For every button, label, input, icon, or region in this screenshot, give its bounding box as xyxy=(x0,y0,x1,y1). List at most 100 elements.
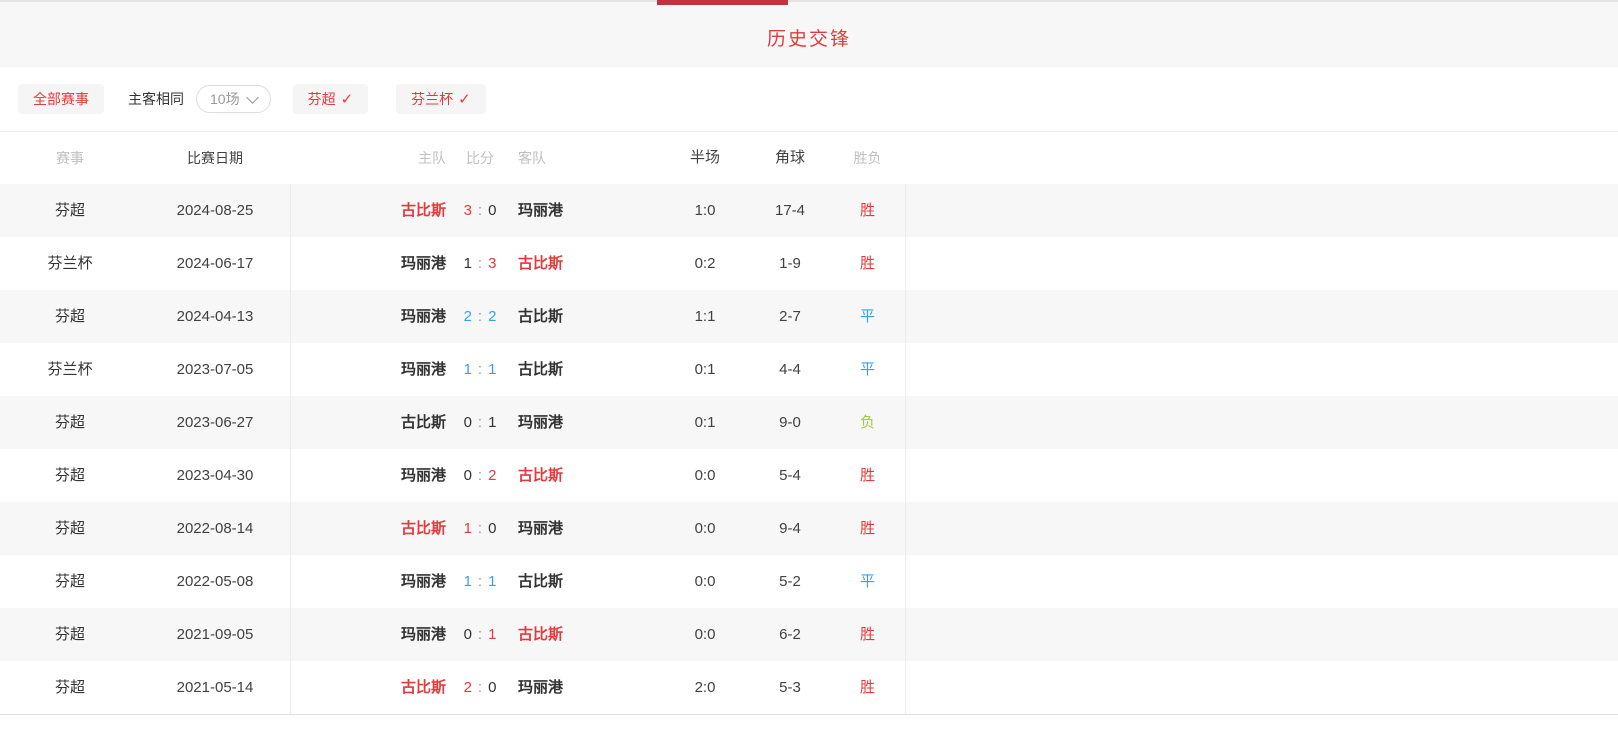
home-score: 0 xyxy=(464,467,472,484)
result-cell: 平 xyxy=(830,555,905,608)
result-cell: 胜 xyxy=(830,661,905,714)
section-header: 历史交锋 xyxy=(0,0,1618,67)
home-team: 玛丽港 xyxy=(401,361,446,378)
table-body: 芬超 2024-08-25 古比斯 3:0 玛丽港 1:0 17-4 胜 芬兰杯… xyxy=(0,184,1618,715)
league-cell: 芬超 xyxy=(0,184,140,237)
away-score: 0 xyxy=(488,679,496,696)
result-cell: 胜 xyxy=(830,608,905,661)
header-home: 主队 xyxy=(290,132,450,184)
table-row[interactable]: 芬兰杯 2024-06-17 玛丽港 1:3 古比斯 0:2 1-9 胜 xyxy=(0,237,1618,290)
date-cell: 2022-05-08 xyxy=(140,555,290,608)
half-cell: 0:0 xyxy=(660,608,750,661)
header-half: 半场 xyxy=(660,132,750,184)
match-count-value: 10场 xyxy=(210,89,240,109)
chevron-down-icon xyxy=(246,91,259,104)
row-spacer xyxy=(905,184,1618,237)
league-cell: 芬兰杯 xyxy=(0,343,140,396)
score-colon: : xyxy=(478,308,482,325)
date-cell: 2021-09-05 xyxy=(140,608,290,661)
away-team: 古比斯 xyxy=(518,573,563,590)
table-row[interactable]: 芬超 2021-09-05 玛丽港 0:1 古比斯 0:0 6-2 胜 xyxy=(0,608,1618,661)
away-team: 古比斯 xyxy=(518,467,563,484)
home-score: 2 xyxy=(464,308,472,325)
corner-cell: 9-0 xyxy=(750,396,830,449)
away-score: 1 xyxy=(488,414,496,431)
header-result: 胜负 xyxy=(830,132,905,184)
away-team: 玛丽港 xyxy=(518,520,563,537)
result-cell: 负 xyxy=(830,396,905,449)
table-row[interactable]: 芬超 2022-05-08 玛丽港 1:1 古比斯 0:0 5-2 平 xyxy=(0,555,1618,608)
home-team: 古比斯 xyxy=(401,679,446,696)
result-cell: 胜 xyxy=(830,449,905,502)
score-cell: 1:1 xyxy=(450,555,510,608)
league-cell: 芬超 xyxy=(0,608,140,661)
home-score: 0 xyxy=(464,626,472,643)
league-filter-finland-premier[interactable]: 芬超 ✓ xyxy=(293,84,369,114)
table-row[interactable]: 芬超 2023-06-27 古比斯 0:1 玛丽港 0:1 9-0 负 xyxy=(0,396,1618,449)
score-cell: 1:0 xyxy=(450,502,510,555)
league-filter-label: 芬超 xyxy=(308,89,336,109)
result-cell: 胜 xyxy=(830,502,905,555)
table-row[interactable]: 芬超 2024-08-25 古比斯 3:0 玛丽港 1:0 17-4 胜 xyxy=(0,184,1618,237)
league-cell: 芬兰杯 xyxy=(0,237,140,290)
row-spacer xyxy=(905,661,1618,714)
table-row[interactable]: 芬超 2023-04-30 玛丽港 0:2 古比斯 0:0 5-4 胜 xyxy=(0,449,1618,502)
home-team: 古比斯 xyxy=(401,414,446,431)
corner-cell: 9-4 xyxy=(750,502,830,555)
result-cell: 胜 xyxy=(830,184,905,237)
result-cell: 平 xyxy=(830,343,905,396)
date-cell: 2023-06-27 xyxy=(140,396,290,449)
away-team: 玛丽港 xyxy=(518,679,563,696)
league-filter-finland-cup[interactable]: 芬兰杯 ✓ xyxy=(396,84,486,114)
home-team: 玛丽港 xyxy=(401,467,446,484)
score-colon: : xyxy=(478,361,482,378)
checkmark-icon: ✓ xyxy=(341,90,354,108)
away-team: 古比斯 xyxy=(518,308,563,325)
all-matches-filter-button[interactable]: 全部赛事 xyxy=(18,84,104,114)
date-cell: 2024-08-25 xyxy=(140,184,290,237)
score-cell: 0:1 xyxy=(450,396,510,449)
league-filter-label: 芬兰杯 xyxy=(411,89,453,109)
table-row[interactable]: 芬超 2022-08-14 古比斯 1:0 玛丽港 0:0 9-4 胜 xyxy=(0,502,1618,555)
row-spacer xyxy=(905,396,1618,449)
score-colon: : xyxy=(478,520,482,537)
date-cell: 2022-08-14 xyxy=(140,502,290,555)
away-score: 1 xyxy=(488,573,496,590)
table-row[interactable]: 芬超 2024-04-13 玛丽港 2:2 古比斯 1:1 2-7 平 xyxy=(0,290,1618,343)
same-venue-label: 主客相同 xyxy=(128,89,184,109)
all-matches-filter-label: 全部赛事 xyxy=(33,89,89,109)
half-cell: 0:0 xyxy=(660,555,750,608)
header-spacer xyxy=(905,132,1618,184)
header-score: 比分 xyxy=(450,132,510,184)
league-cell: 芬超 xyxy=(0,449,140,502)
row-spacer xyxy=(905,343,1618,396)
date-cell: 2021-05-14 xyxy=(140,661,290,714)
half-cell: 0:1 xyxy=(660,343,750,396)
away-team: 古比斯 xyxy=(518,361,563,378)
score-cell: 1:1 xyxy=(450,343,510,396)
score-colon: : xyxy=(478,467,482,484)
score-cell: 0:2 xyxy=(450,449,510,502)
score-cell: 2:0 xyxy=(450,661,510,714)
table-row[interactable]: 芬超 2021-05-14 古比斯 2:0 玛丽港 2:0 5-3 胜 xyxy=(0,661,1618,714)
league-cell: 芬超 xyxy=(0,396,140,449)
home-score: 1 xyxy=(464,573,472,590)
table-row[interactable]: 芬兰杯 2023-07-05 玛丽港 1:1 古比斯 0:1 4-4 平 xyxy=(0,343,1618,396)
match-count-dropdown[interactable]: 10场 xyxy=(196,85,271,113)
away-score: 2 xyxy=(488,308,496,325)
home-team: 玛丽港 xyxy=(401,255,446,272)
away-score: 2 xyxy=(488,467,496,484)
home-team: 玛丽港 xyxy=(401,308,446,325)
corner-cell: 6-2 xyxy=(750,608,830,661)
date-cell: 2024-06-17 xyxy=(140,237,290,290)
home-team: 古比斯 xyxy=(401,520,446,537)
home-team: 玛丽港 xyxy=(401,573,446,590)
result-cell: 平 xyxy=(830,290,905,343)
row-spacer xyxy=(905,449,1618,502)
score-cell: 2:2 xyxy=(450,290,510,343)
date-cell: 2024-04-13 xyxy=(140,290,290,343)
page: 历史交锋 全部赛事 主客相同 10场 芬超 ✓ 芬兰杯 ✓ 赛事 比赛日期 主队… xyxy=(0,0,1618,733)
away-team: 玛丽港 xyxy=(518,414,563,431)
away-score: 0 xyxy=(488,202,496,219)
home-team: 玛丽港 xyxy=(401,626,446,643)
